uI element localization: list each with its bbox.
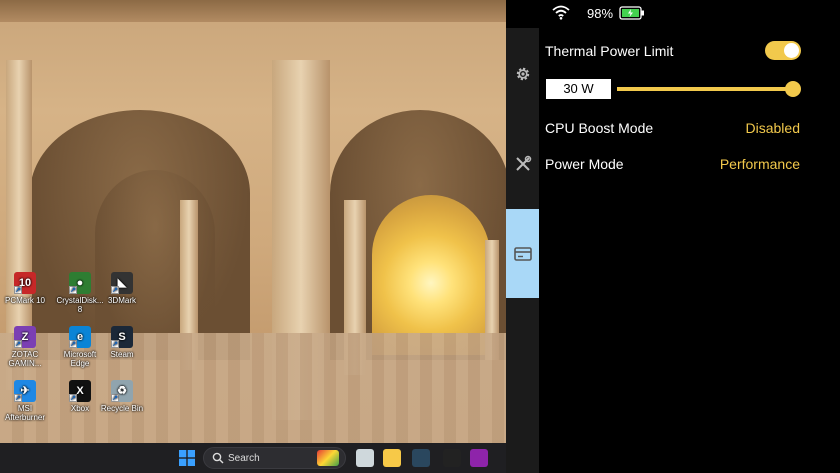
toggle-knob [784, 43, 799, 58]
desktop-icon[interactable]: S ↗ Steam [94, 326, 150, 359]
crystaldisk-icon: ● ↗ [69, 272, 91, 294]
task-view-icon[interactable] [356, 449, 374, 467]
desktop-icon[interactable]: ◣ ↗ 3DMark [94, 272, 150, 305]
file-explorer-icon[interactable] [383, 449, 401, 467]
search-placeholder: Search [228, 453, 260, 464]
thermal-power-limit-label: Thermal Power Limit [545, 43, 674, 59]
search-highlight-icon [317, 450, 339, 466]
thermal-power-limit-value: 30 W [546, 79, 611, 99]
taskbar: Search [0, 443, 506, 473]
shortcut-arrow-icon: ↗ [111, 340, 119, 348]
afterburner-icon: ✈ ↗ [14, 380, 36, 402]
desktop-icon-label: PCMark 10 [4, 296, 45, 305]
pcmark-icon: 10 ↗ [14, 272, 36, 294]
shortcut-arrow-icon: ↗ [111, 286, 119, 294]
recycle-bin-icon: ♻ ↗ [111, 380, 133, 402]
epic-games-icon[interactable] [443, 449, 461, 467]
rail-performance-button[interactable] [506, 209, 539, 298]
wrench-screwdriver-icon [515, 155, 531, 171]
taskbar-search-input[interactable]: Search [203, 447, 346, 469]
desktop-icon-label: Recycle Bin [100, 404, 144, 413]
search-icon [212, 452, 224, 464]
rail-tools-button[interactable] [506, 148, 539, 180]
thermal-power-limit-toggle[interactable] [765, 41, 801, 60]
desktop-icon-label: 3DMark [107, 296, 136, 305]
desktop-icon-label: ZOTAC GAMIN... [8, 350, 42, 368]
cpu-boost-mode-value[interactable]: Disabled [746, 120, 800, 136]
slider-thumb[interactable] [785, 81, 801, 97]
card-icon [513, 246, 532, 261]
power-mode-label: Power Mode [545, 156, 624, 172]
desktop-icon[interactable]: 10 ↗ PCMark 10 [0, 272, 53, 305]
battery-charging-icon [619, 6, 644, 20]
shortcut-arrow-icon: ↗ [14, 394, 22, 402]
windows-start-icon[interactable] [178, 449, 196, 467]
power-mode-value[interactable]: Performance [720, 156, 800, 172]
cpu-boost-mode-label: CPU Boost Mode [545, 120, 654, 136]
steam-icon: S ↗ [111, 326, 133, 348]
side-rail [506, 28, 539, 473]
shortcut-arrow-icon: ↗ [111, 394, 119, 402]
shortcut-arrow-icon: ↗ [14, 286, 22, 294]
rail-settings-button[interactable] [506, 58, 539, 90]
desktop-wallpaper: 10 ↗ PCMark 10 ● ↗ CrystalDisk... 8 ◣ ↗ 3DMark Z ↗… [0, 0, 506, 443]
shortcut-arrow-icon: ↗ [69, 286, 77, 294]
wifi-icon [552, 5, 570, 20]
thermal-power-limit-slider[interactable] [617, 87, 793, 91]
shortcut-arrow-icon: ↗ [69, 340, 77, 348]
shortcut-arrow-icon: ↗ [14, 340, 22, 348]
wallpaper-ceiling [0, 0, 506, 22]
wallpaper-sunlit-arch [372, 195, 490, 355]
gear-icon [516, 67, 529, 81]
zotac-hub-icon[interactable] [470, 449, 488, 467]
performance-panel: Thermal Power Limit 30 W CPU Boost Mode … [539, 28, 840, 473]
edge-icon: e ↗ [69, 326, 91, 348]
slider-fill [617, 87, 793, 91]
desktop-icon[interactable]: ♻ ↗ Recycle Bin [94, 380, 150, 413]
desktop-icon[interactable]: Z ↗ ZOTAC GAMIN... [0, 326, 53, 368]
shortcut-arrow-icon: ↗ [69, 394, 77, 402]
3dmark-icon: ◣ ↗ [111, 272, 133, 294]
steam-icon[interactable] [412, 449, 430, 467]
battery-percent: 98% [587, 6, 614, 21]
xbox-icon: X ↗ [69, 380, 91, 402]
desktop-icon-label: MSI Afterburner [4, 404, 46, 422]
desktop-icon[interactable]: ✈ ↗ MSI Afterburner [0, 380, 53, 422]
desktop-icon-label: Steam [110, 350, 134, 359]
zotac-icon: Z ↗ [14, 326, 36, 348]
